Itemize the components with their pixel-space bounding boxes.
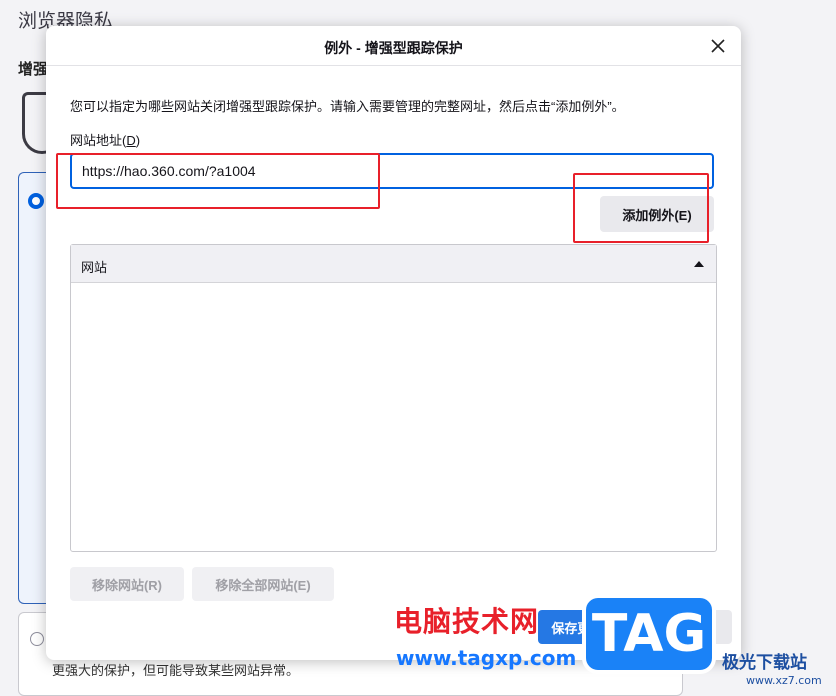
column-header-website[interactable]: 网站 (81, 257, 107, 276)
exceptions-dialog: 例外 - 增强型跟踪保护 您可以指定为哪些网站关闭增强型跟踪保护。请输入需要管理… (46, 26, 741, 660)
dialog-header: 例外 - 增强型跟踪保护 (46, 26, 741, 66)
watermark-site-url: www.xz7.com (746, 674, 822, 687)
sort-ascending-icon[interactable] (694, 261, 704, 267)
add-exception-button[interactable]: 添加例外(E) (600, 196, 714, 232)
watermark-text: 电脑技术网 (394, 605, 540, 638)
remove-all-websites-button[interactable]: 移除全部网站(E) (192, 567, 334, 601)
strict-option-description: 更强大的保护，但可能导致某些网站异常。 (52, 663, 300, 678)
close-icon[interactable] (707, 35, 729, 57)
table-header[interactable]: 网站 (71, 245, 716, 283)
dialog-title: 例外 - 增强型跟踪保护 (324, 40, 463, 56)
dialog-description: 您可以指定为哪些网站关闭增强型跟踪保护。请输入需要管理的完整网址，然后点击“添加… (70, 99, 625, 114)
url-field-label: 网站地址(D) (70, 133, 141, 148)
remove-website-button[interactable]: 移除网站(R) (70, 567, 184, 601)
standard-option-card[interactable] (18, 172, 48, 604)
watermark-url: www.tagxp.com (396, 646, 577, 670)
watermark-tag-logo: TAG (582, 594, 716, 674)
section-subtitle: 增强 (18, 61, 49, 78)
standard-radio[interactable] (28, 193, 44, 209)
exceptions-table[interactable]: 网站 (70, 244, 717, 552)
strict-radio[interactable] (30, 632, 44, 646)
website-address-input[interactable] (70, 153, 714, 189)
watermark-site: 极光下载站 (722, 653, 807, 673)
